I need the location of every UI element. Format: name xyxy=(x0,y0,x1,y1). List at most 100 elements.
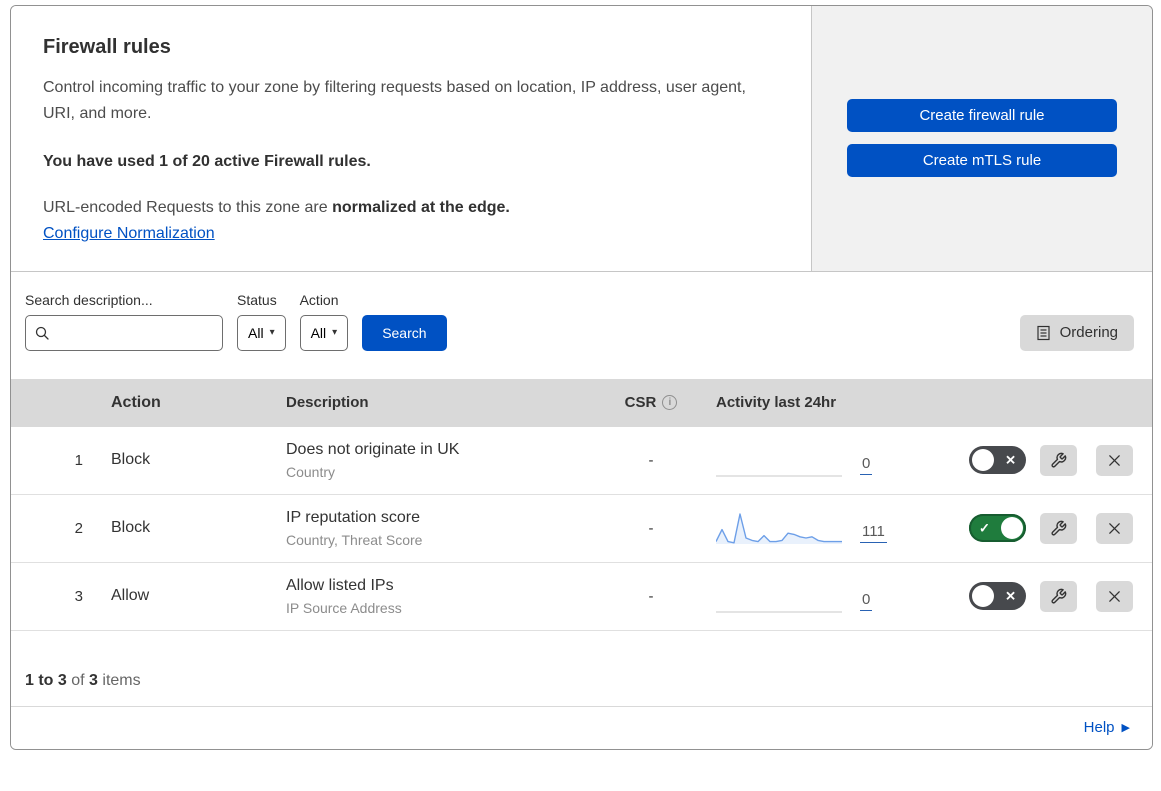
ordering-button[interactable]: Ordering xyxy=(1019,314,1134,351)
rule-controls: ✓ ✕ xyxy=(961,580,1152,612)
edit-rule-button[interactable] xyxy=(1040,512,1077,544)
rule-description-cell: Does not originate in UK Country xyxy=(286,441,586,480)
activity-sparkline xyxy=(716,513,842,545)
rule-activity-cell: 0 xyxy=(716,578,961,614)
search-button[interactable]: Search xyxy=(362,314,447,351)
action-label: Action xyxy=(299,291,339,308)
edit-rule-button[interactable] xyxy=(1040,444,1077,476)
create-firewall-rule-button[interactable]: Create firewall rule xyxy=(847,99,1117,133)
search-icon xyxy=(34,325,50,341)
normalization-line: URL-encoded Requests to this zone are no… xyxy=(43,199,779,217)
intro-card: Firewall rules Control incoming traffic … xyxy=(11,6,811,271)
action-column-header: Action xyxy=(111,393,161,411)
page-title: Firewall rules xyxy=(43,36,171,58)
status-select[interactable]: All ▾ xyxy=(237,314,286,351)
normalization-prefix: URL-encoded Requests to this zone are xyxy=(43,198,333,216)
actions-panel: Create firewall rule Create mTLS rule xyxy=(811,6,1152,271)
x-icon: ✕ xyxy=(1005,452,1016,468)
create-mtls-rule-button[interactable]: Create mTLS rule xyxy=(847,144,1117,178)
status-group: Status All ▾ xyxy=(237,292,286,351)
table-row: 3 Allow Allow listed IPs IP Source Addre… xyxy=(11,562,1152,631)
ordering-button-label: Ordering xyxy=(1059,324,1118,342)
ordering-list-icon xyxy=(1036,325,1051,341)
rule-priority: 1 xyxy=(74,451,83,469)
configure-normalization-link[interactable]: Configure Normalization xyxy=(43,225,215,242)
wrench-icon xyxy=(1050,452,1067,469)
action-group: Action All ▾ xyxy=(299,291,349,351)
page: Firewall rules Control incoming traffic … xyxy=(0,0,1161,758)
pagination-items: items xyxy=(97,671,141,689)
rule-action: Allow xyxy=(111,587,150,605)
pagination: 1 to 3 of 3 items xyxy=(11,630,1152,707)
filter-bar: Search description... Status All ▾ Actio… xyxy=(11,271,1152,379)
status-label: Status xyxy=(237,291,277,308)
search-label: Search description... xyxy=(25,291,153,308)
chevron-down-icon: ▾ xyxy=(269,327,275,339)
wrench-icon xyxy=(1050,588,1067,605)
toggle-knob xyxy=(1001,517,1023,540)
intro-description: Control incoming traffic to your zone by… xyxy=(43,79,746,122)
pagination-range: 1 to 3 xyxy=(25,671,67,689)
activity-sparkline xyxy=(716,611,842,613)
delete-rule-button[interactable] xyxy=(1096,512,1133,544)
rule-description: IP reputation score xyxy=(286,508,421,526)
rule-action: Block xyxy=(111,451,151,469)
rule-csr-value: - xyxy=(648,451,654,469)
rule-priority: 2 xyxy=(74,519,83,537)
search-input[interactable] xyxy=(56,324,214,341)
rule-fields: IP Source Address xyxy=(286,599,402,616)
pagination-of: of xyxy=(66,671,90,689)
rules-table-body: 1 Block Does not originate in UK Country… xyxy=(11,426,1152,631)
status-select-value: All xyxy=(248,324,264,341)
help-arrow-icon: ▶ xyxy=(1121,722,1130,735)
csr-column-label: CSR xyxy=(624,394,657,412)
activity-sparkline xyxy=(716,475,842,477)
delete-rule-button[interactable] xyxy=(1096,580,1133,612)
wrench-icon xyxy=(1050,520,1067,537)
rule-description-cell: Allow listed IPs IP Source Address xyxy=(286,577,586,616)
action-select[interactable]: All ▾ xyxy=(299,314,349,351)
rule-controls: ✓ ✕ xyxy=(961,512,1152,544)
chevron-down-icon: ▾ xyxy=(332,327,338,339)
rule-fields: Country, Threat Score xyxy=(286,531,423,548)
pagination-total: 3 xyxy=(89,671,98,689)
activity-count-link[interactable]: 111 xyxy=(860,523,887,544)
rule-activity-cell: 0 xyxy=(716,442,961,478)
description-column-header: Description xyxy=(286,394,369,412)
rule-description-cell: IP reputation score Country, Threat Scor… xyxy=(286,509,586,548)
toggle-knob xyxy=(972,449,994,472)
x-icon: ✕ xyxy=(1005,588,1016,604)
rule-enabled-toggle[interactable]: ✓ ✕ xyxy=(969,582,1026,611)
delete-rule-button[interactable] xyxy=(1096,444,1133,476)
toggle-knob xyxy=(972,585,994,608)
help-link[interactable]: Help ▶ xyxy=(1084,719,1130,736)
csr-column-header: CSR i xyxy=(586,394,716,411)
rule-csr-value: - xyxy=(648,519,654,537)
close-icon xyxy=(1107,453,1122,468)
activity-count-link[interactable]: 0 xyxy=(860,591,873,612)
rule-controls: ✓ ✕ xyxy=(961,444,1152,476)
table-header: Action Description CSR i Activity last 2… xyxy=(11,378,1152,427)
rule-activity-cell: 111 xyxy=(716,510,961,546)
firewall-rules-panel: Firewall rules Control incoming traffic … xyxy=(10,5,1153,750)
top-section: Firewall rules Control incoming traffic … xyxy=(11,6,1152,272)
info-icon[interactable]: i xyxy=(662,395,678,411)
table-row: 1 Block Does not originate in UK Country… xyxy=(11,426,1152,495)
rule-description: Does not originate in UK xyxy=(286,440,460,458)
rule-enabled-toggle[interactable]: ✓ ✕ xyxy=(969,446,1026,475)
rule-csr-value: - xyxy=(648,587,654,605)
edit-rule-button[interactable] xyxy=(1040,580,1077,612)
help-label: Help xyxy=(1083,719,1115,737)
search-box[interactable] xyxy=(25,314,223,351)
search-group: Search description... xyxy=(25,292,223,351)
rule-fields: Country xyxy=(286,463,336,480)
rule-priority: 3 xyxy=(74,587,83,605)
usage-line: You have used 1 of 20 active Firewall ru… xyxy=(43,152,371,170)
action-select-value: All xyxy=(310,324,327,341)
rule-action: Block xyxy=(111,519,151,537)
close-icon xyxy=(1107,521,1122,536)
close-icon xyxy=(1107,589,1122,604)
rule-enabled-toggle[interactable]: ✓ ✕ xyxy=(969,514,1026,543)
activity-count-link[interactable]: 0 xyxy=(860,455,873,476)
help-row: Help ▶ xyxy=(11,706,1152,749)
